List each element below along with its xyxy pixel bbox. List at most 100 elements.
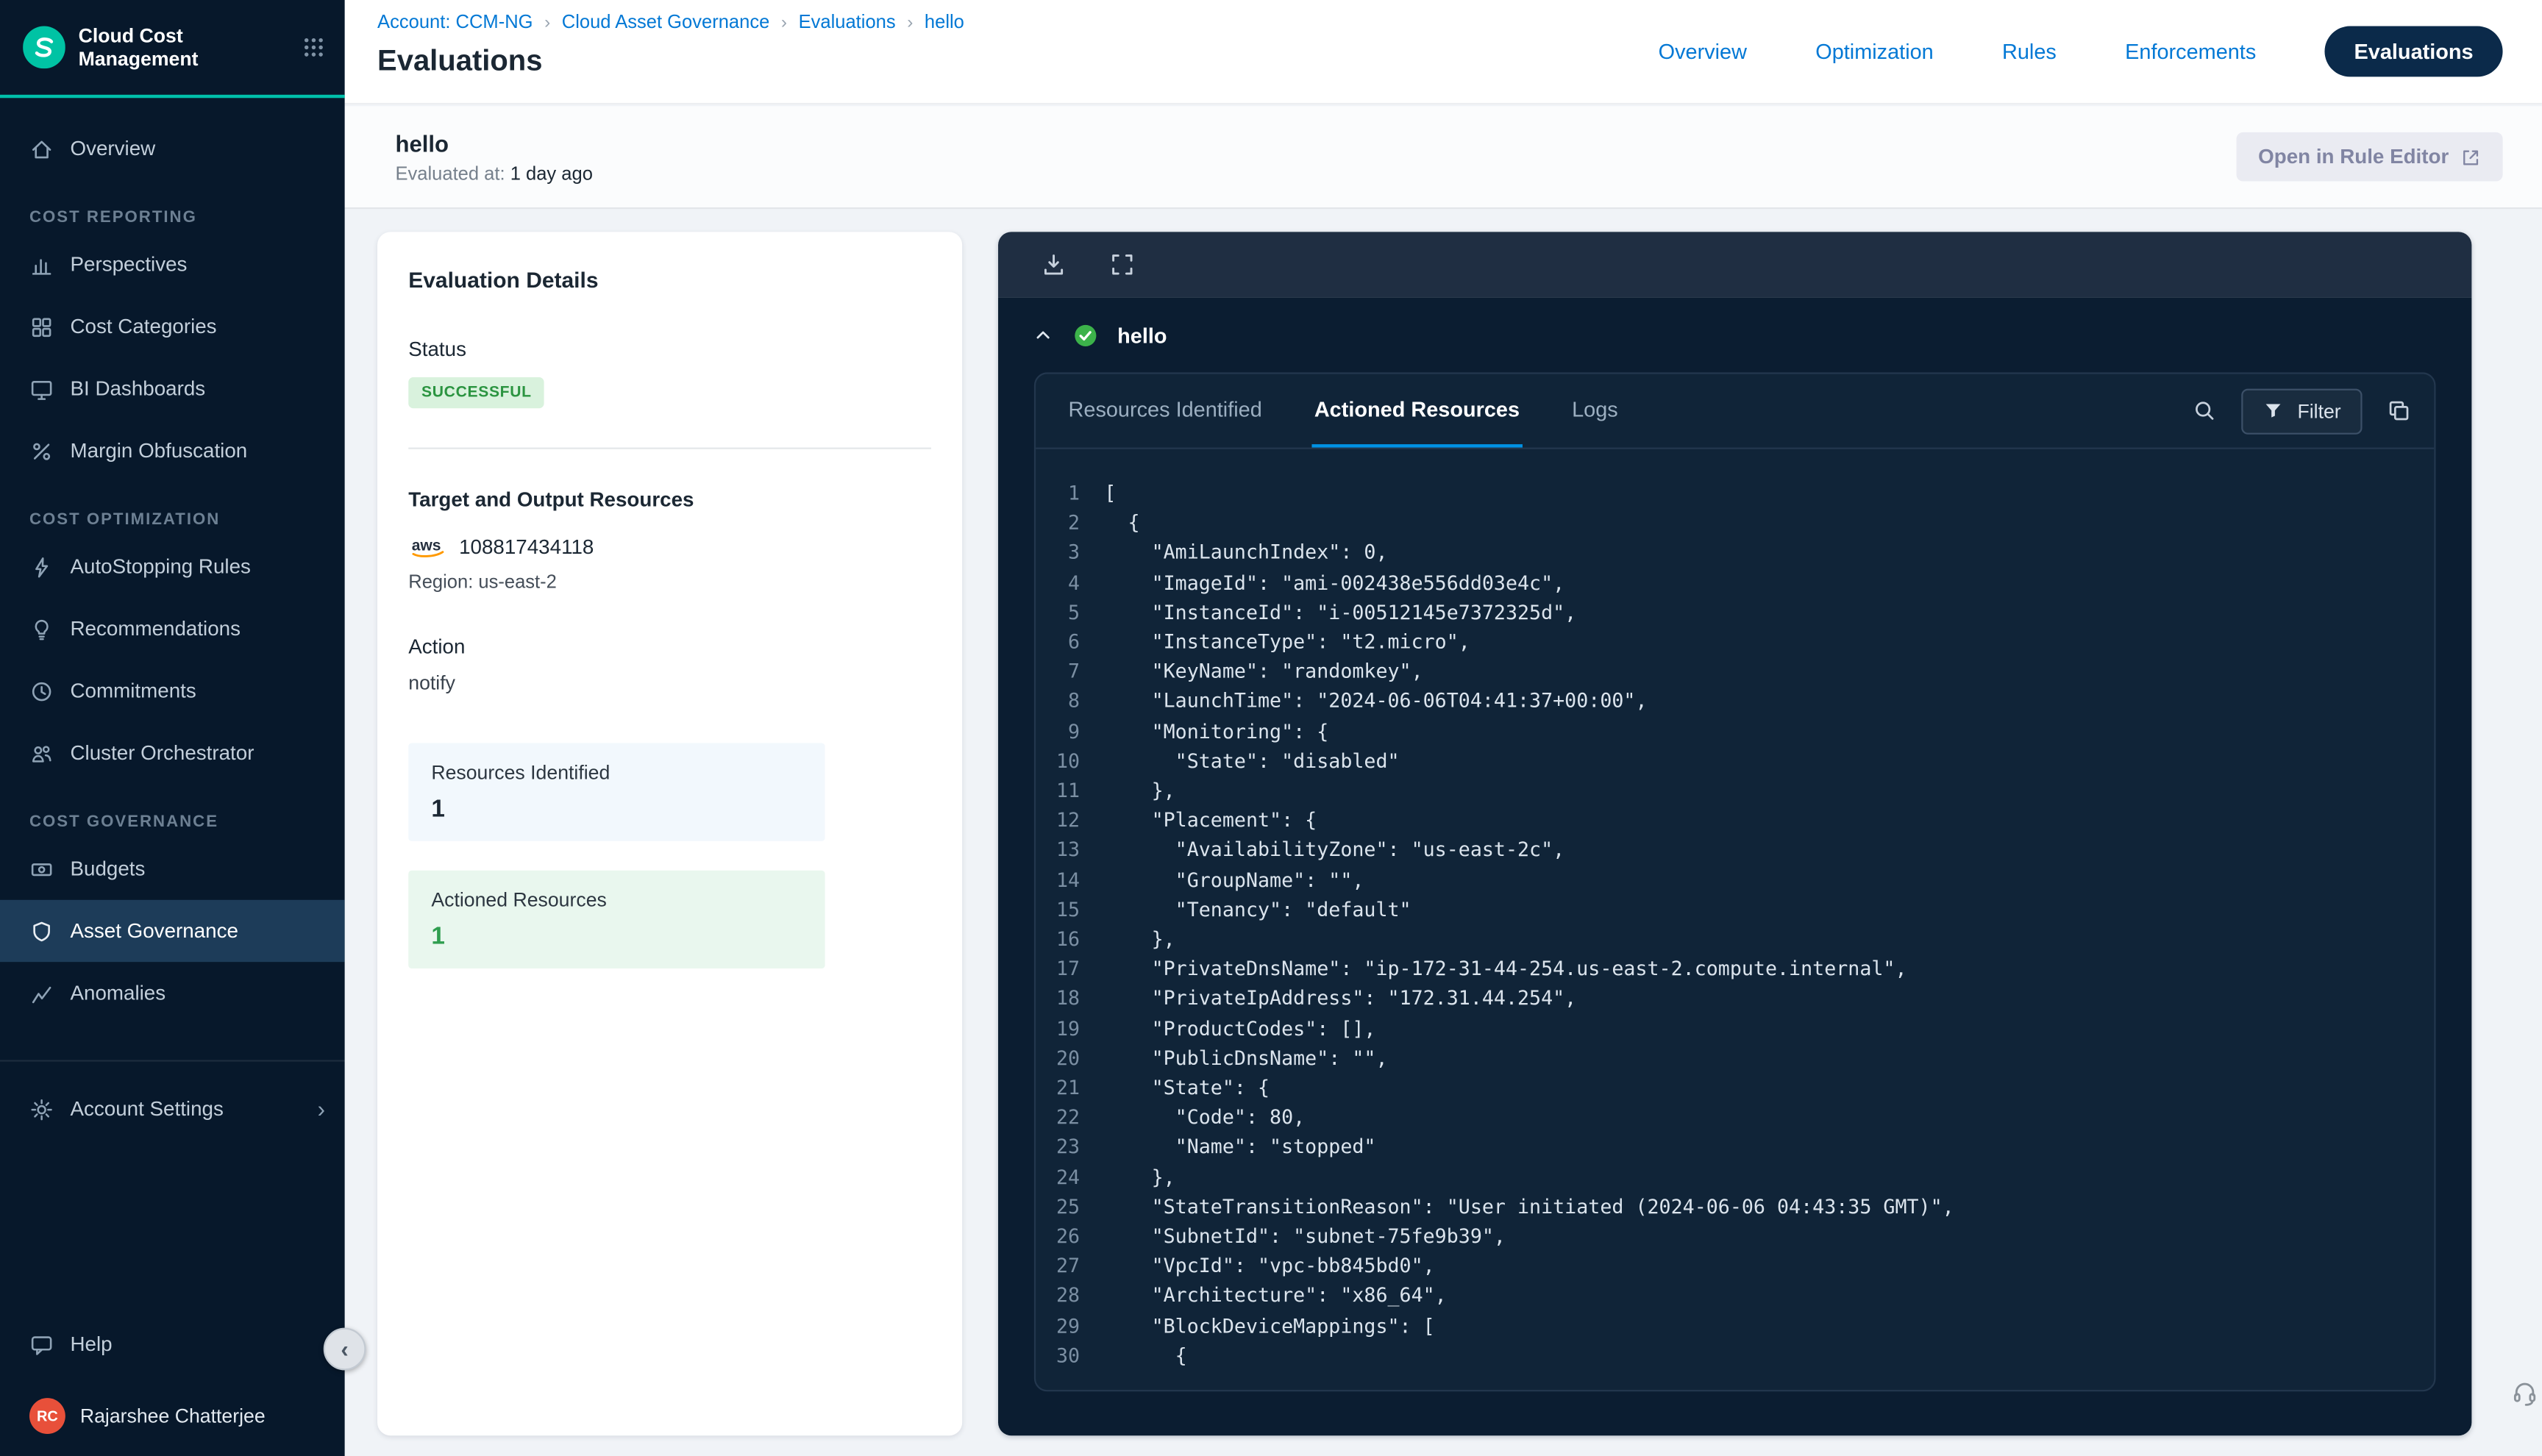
sidebar-item-recommendations[interactable]: Recommendations: [0, 598, 345, 660]
breadcrumb-cloud-asset-governance[interactable]: Cloud Asset Governance: [562, 13, 770, 33]
code-line: 26 "SubnetId": "subnet-75fe9b39",: [1045, 1221, 2434, 1251]
sidebar-item-commitments[interactable]: Commitments: [0, 660, 345, 721]
line-content: "LaunchTime": "2024-06-06T04:41:37+00:00…: [1104, 687, 1647, 716]
line-number: 28: [1045, 1281, 1104, 1310]
home-icon: [29, 136, 54, 160]
code-body: hello Resources Identified Actioned Reso…: [998, 297, 2471, 1435]
code-line: 8 "LaunchTime": "2024-06-06T04:41:37+00:…: [1045, 687, 2434, 716]
evaluated-at-value: 1 day ago: [510, 164, 593, 184]
filter-button[interactable]: Filter: [2242, 388, 2363, 433]
sidebar-item-overview[interactable]: Overview: [0, 118, 345, 179]
sidebar-item-label: Perspectives: [71, 253, 188, 276]
sidebar-item-budgets[interactable]: Budgets: [0, 838, 345, 899]
sidebar-item-cost-categories[interactable]: Cost Categories: [0, 296, 345, 357]
sidebar-item-label: AutoStopping Rules: [71, 555, 251, 578]
line-content: "SubnetId": "subnet-75fe9b39",: [1104, 1221, 1506, 1251]
line-number: 10: [1045, 746, 1104, 776]
code-line: 6 "InstanceType": "t2.micro",: [1045, 627, 2434, 657]
governance-tabs: Overview Optimization Rules Enforcements…: [1659, 26, 2503, 76]
nav-evaluations-active[interactable]: Evaluations: [2325, 25, 2503, 76]
support-icon[interactable]: [2511, 1379, 2539, 1415]
tab-actions: Filter: [2193, 388, 2411, 433]
code-line: 25 "StateTransitionReason": "User initia…: [1045, 1192, 2434, 1221]
app-window: Cloud Cost Management Overview COST REPO…: [0, 0, 2542, 1456]
code-line: 22 "Code": 80,: [1045, 1103, 2434, 1132]
evaluation-result-header: hello: [998, 297, 2471, 348]
line-number: 5: [1045, 597, 1104, 627]
sidebar-item-help[interactable]: Help: [0, 1313, 345, 1375]
open-rule-editor-button[interactable]: Open in Rule Editor: [2237, 132, 2502, 182]
sidebar-item-autostopping-rules[interactable]: AutoStopping Rules: [0, 535, 345, 597]
code-line: 9 "Monitoring": {: [1045, 716, 2434, 746]
sidebar-collapse-handle[interactable]: ‹: [324, 1328, 366, 1371]
sidebar-item-label: BI Dashboards: [71, 377, 206, 400]
sidebar-divider: [0, 1060, 345, 1061]
percent-icon: [29, 438, 54, 463]
tab-actioned-resources[interactable]: Actioned Resources: [1311, 374, 1523, 448]
breadcrumb-separator-icon: ›: [781, 13, 787, 33]
user-profile[interactable]: RC Rajarshee Chatterjee: [0, 1375, 345, 1443]
module-grid-icon[interactable]: [302, 36, 325, 59]
actioned-resources-stat: Actioned Resources 1: [408, 871, 825, 968]
line-number: 19: [1045, 1013, 1104, 1043]
line-content: "ProductCodes": [],: [1104, 1013, 1375, 1043]
code-line: 19 "ProductCodes": [],: [1045, 1013, 2434, 1043]
line-number: 3: [1045, 538, 1104, 568]
app-title: Cloud Cost Management: [79, 24, 199, 70]
ccm-logo-icon: [23, 26, 65, 69]
status-label: Status: [408, 338, 931, 361]
sidebar-item-label: Overview: [71, 138, 156, 160]
line-content: "ImageId": "ami-002438e556dd03e4c",: [1104, 568, 1564, 597]
page-title: Evaluations: [377, 44, 964, 79]
line-number: 27: [1045, 1252, 1104, 1281]
code-line: 21 "State": {: [1045, 1073, 2434, 1102]
line-number: 1: [1045, 479, 1104, 508]
sidebar: Cloud Cost Management Overview COST REPO…: [0, 0, 345, 1456]
bar-chart-icon: [29, 252, 54, 276]
breadcrumb-hello[interactable]: hello: [925, 13, 964, 33]
line-content: {: [1104, 1341, 1186, 1370]
stat-label: Actioned Resources: [431, 888, 802, 911]
tab-resources-identified[interactable]: Resources Identified: [1065, 374, 1265, 448]
breadcrumb-account[interactable]: Account: CCM-NG: [377, 13, 533, 33]
code-line: 29 "BlockDeviceMappings": [: [1045, 1311, 2434, 1341]
collapse-chevron-icon[interactable]: [1033, 325, 1054, 346]
sidebar-item-margin-obfuscation[interactable]: Margin Obfuscation: [0, 420, 345, 482]
sidebar-item-cluster-orchestrator[interactable]: Cluster Orchestrator: [0, 722, 345, 784]
sidebar-group-cost-reporting: COST REPORTING: [29, 209, 345, 226]
open-rule-editor-label: Open in Rule Editor: [2258, 146, 2449, 168]
code-lines[interactable]: 1[2 {3 "AmiLaunchIndex": 0,4 "ImageId": …: [1036, 449, 2434, 1390]
budget-icon: [29, 857, 54, 881]
nav-rules[interactable]: Rules: [2002, 38, 2057, 63]
breadcrumb-evaluations[interactable]: Evaluations: [799, 13, 896, 33]
evaluation-title-block: hello Evaluated at: 1 day ago: [395, 130, 592, 184]
tab-logs[interactable]: Logs: [1569, 374, 1622, 448]
line-number: 15: [1045, 895, 1104, 924]
sidebar-item-asset-governance[interactable]: Asset Governance: [0, 900, 345, 962]
sidebar-item-perspectives[interactable]: Perspectives: [0, 234, 345, 296]
account-row: aws 108817434118: [408, 534, 931, 560]
fullscreen-icon[interactable]: [1109, 251, 1136, 278]
code-line: 23 "Name": "stopped": [1045, 1132, 2434, 1162]
sidebar-item-account-settings[interactable]: Account Settings ›: [0, 1078, 345, 1140]
code-line: 11 },: [1045, 776, 2434, 805]
nav-enforcements[interactable]: Enforcements: [2125, 38, 2256, 63]
search-icon[interactable]: [2193, 399, 2217, 423]
stat-value: 1: [431, 923, 802, 951]
clock-icon: [29, 679, 54, 703]
breadcrumb-title-block: Account: CCM-NG › Cloud Asset Governance…: [377, 13, 964, 103]
tabs-row: Resources Identified Actioned Resources …: [1036, 374, 2434, 449]
nav-optimization[interactable]: Optimization: [1815, 38, 1933, 63]
download-icon[interactable]: [1041, 251, 1067, 278]
card-title: Evaluation Details: [408, 268, 931, 292]
line-number: 29: [1045, 1311, 1104, 1341]
evaluated-at-label: Evaluated at:: [395, 164, 505, 184]
sidebar-item-anomalies[interactable]: Anomalies: [0, 962, 345, 1024]
code-line: 7 "KeyName": "randomkey",: [1045, 657, 2434, 686]
sidebar-item-bi-dashboards[interactable]: BI Dashboards: [0, 357, 345, 419]
sidebar-group-cost-governance: COST GOVERNANCE: [29, 813, 345, 831]
nav-overview[interactable]: Overview: [1659, 38, 1747, 63]
code-line: 5 "InstanceId": "i-00512145e7372325d",: [1045, 597, 2434, 627]
sidebar-bottom: Help RC Rajarshee Chatterjee: [0, 1313, 345, 1456]
copy-icon[interactable]: [2387, 399, 2411, 423]
